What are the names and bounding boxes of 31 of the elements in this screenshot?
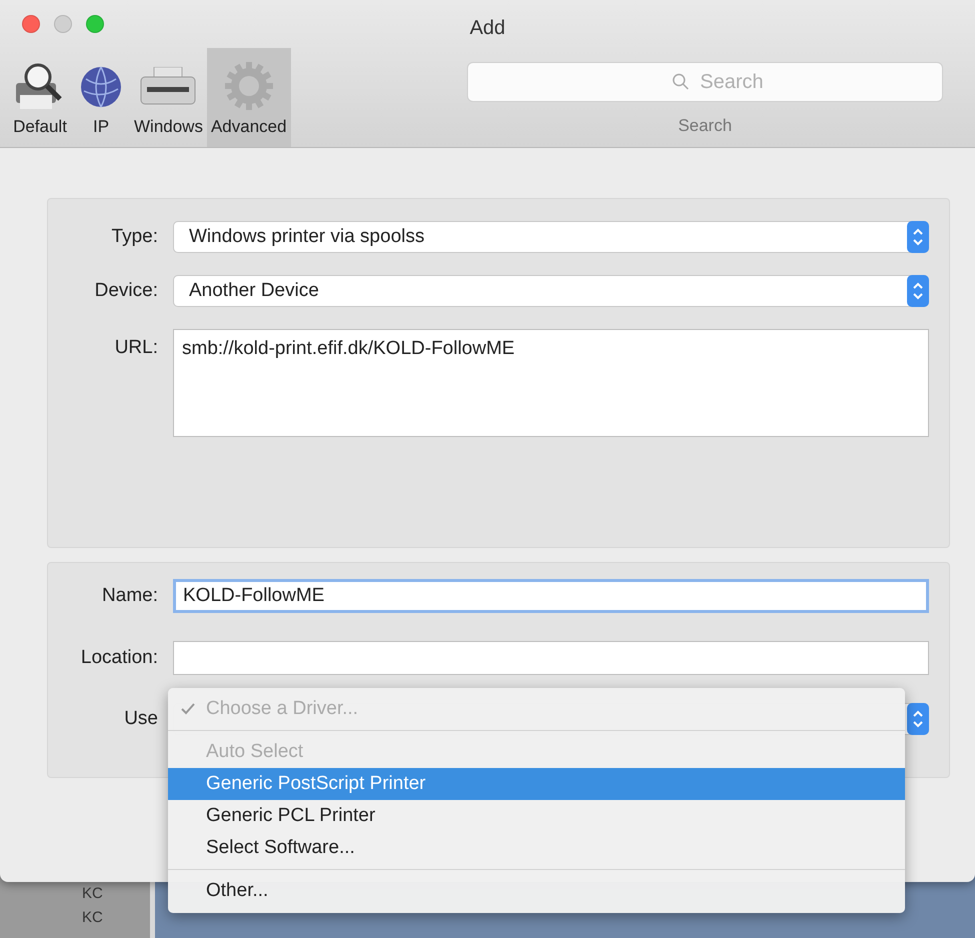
toolbar-tab[interactable]: Advanced — [206, 48, 291, 147]
field-label: Type: — [110, 226, 159, 248]
stepper-icon — [907, 221, 929, 253]
printer-icon — [140, 67, 196, 105]
search-field[interactable]: Search — [467, 62, 943, 102]
url-field[interactable]: smb://kold-print.efif.dk/KOLD-FollowME — [173, 329, 929, 437]
popup-select[interactable]: Another Device — [173, 275, 929, 307]
stepper-icon — [907, 275, 929, 307]
close-button[interactable] — [22, 15, 40, 33]
stepper-icon — [907, 703, 929, 735]
menu-item[interactable]: Other... — [168, 875, 905, 907]
menu-item[interactable]: Generic PCL Printer — [168, 800, 905, 832]
search-icon — [672, 73, 690, 91]
field-label: URL: — [114, 336, 159, 359]
text-field[interactable] — [173, 641, 929, 675]
toolbar-tab[interactable]: Default — [8, 48, 72, 147]
background-text: KC — [82, 908, 103, 928]
search-label: Search — [678, 116, 732, 136]
toolbar-tab[interactable]: Windows — [130, 48, 207, 147]
field-label: Location: — [80, 647, 159, 669]
background-text: KC — [82, 884, 103, 904]
window-title: Add — [470, 17, 506, 40]
zoom-button[interactable] — [86, 15, 104, 33]
field-label: Device: — [94, 280, 159, 302]
field-label: Name: — [101, 585, 159, 607]
menu-item[interactable]: Select Software... — [168, 832, 905, 864]
field-label: Use — [123, 708, 159, 730]
popup-select[interactable]: Windows printer via spoolss — [173, 221, 929, 253]
toolbar-tab[interactable]: IP — [72, 48, 130, 147]
text-field[interactable]: KOLD-FollowME — [173, 579, 929, 613]
minimize-button[interactable] — [54, 15, 72, 33]
